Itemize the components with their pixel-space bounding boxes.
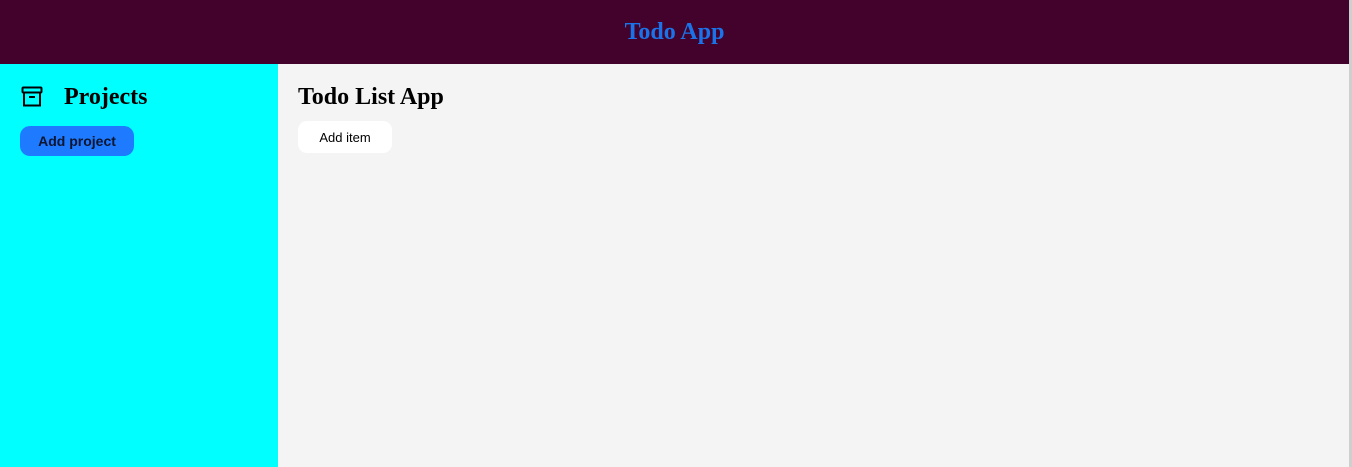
projects-sidebar: Projects Add project [0, 64, 278, 467]
main-content: Todo List App Add item [278, 64, 1349, 467]
sidebar-header: Projects [21, 84, 148, 110]
todo-app: Todo App Projects Add project Todo List … [0, 0, 1352, 467]
add-item-button[interactable]: Add item [298, 121, 392, 153]
app-header: Todo App [0, 0, 1349, 64]
projects-heading: Projects [64, 84, 148, 110]
archive-icon [21, 86, 43, 108]
add-project-button[interactable]: Add project [20, 126, 134, 156]
page-title: Todo List App [298, 84, 444, 110]
app-title: Todo App [624, 19, 725, 45]
